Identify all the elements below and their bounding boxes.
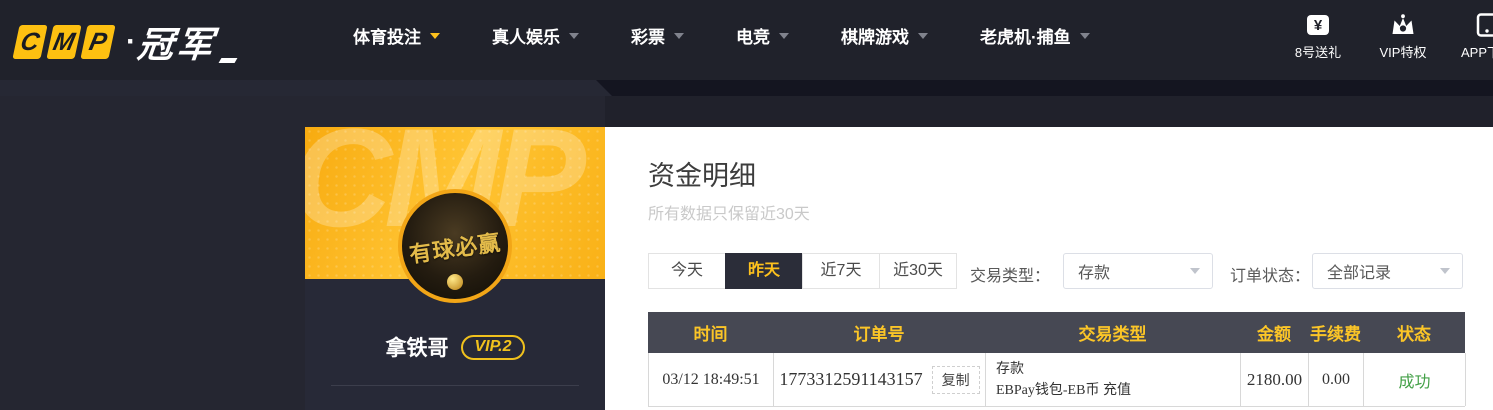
chevron-down-icon bbox=[779, 33, 789, 39]
quick-link-label: VIP特权 bbox=[1379, 45, 1427, 60]
quick-link-vip[interactable]: VIP特权 bbox=[1373, 13, 1433, 61]
column-header-type: 交易类型 bbox=[1078, 325, 1147, 344]
page-title: 资金明细 bbox=[648, 161, 756, 191]
table-header-row: 时间 订单号 交易类型 金额 手续费 状态 bbox=[648, 312, 1465, 353]
chevron-down-icon bbox=[1190, 268, 1200, 274]
logo-letter-box: C bbox=[12, 25, 48, 59]
logo-brand-name: 冠军 bbox=[135, 24, 218, 65]
logo-letter-box: M bbox=[46, 25, 82, 59]
page-subtitle: 所有数据只保留近30天 bbox=[648, 206, 810, 223]
quick-link-label: APP下载 bbox=[1460, 45, 1493, 60]
chevron-down-icon bbox=[674, 33, 684, 39]
nav-item-slots-fishing[interactable]: 老虎机·捕鱼 bbox=[980, 23, 1090, 48]
logo-dash-decoration bbox=[218, 58, 238, 63]
tab-last-7-days[interactable]: 近7天 bbox=[802, 253, 880, 289]
nav-item-label: 电竞 bbox=[736, 27, 770, 47]
cell-transaction-type: 存款 EBPay钱包-EB币 充值 bbox=[986, 353, 1241, 406]
table-row: 03/12 18:49:51 1773312591143157 复制 存款 EB… bbox=[648, 353, 1466, 407]
secondary-band-segment bbox=[0, 80, 612, 96]
quick-link-gift[interactable]: ¥ 8号送礼 bbox=[1288, 13, 1348, 61]
column-header-status: 状态 bbox=[1397, 325, 1431, 344]
avatar-caption: 有球必赢 bbox=[407, 229, 503, 268]
order-status-label: 订单状态： bbox=[1230, 268, 1311, 285]
nav-item-label: 老虎机·捕鱼 bbox=[980, 27, 1071, 47]
quick-link-app-download[interactable]: APP下载 bbox=[1452, 13, 1493, 61]
crown-icon bbox=[1390, 13, 1416, 37]
order-status-select[interactable]: 全部记录 bbox=[1312, 253, 1463, 289]
nav-item-label: 棋牌游戏 bbox=[841, 27, 909, 47]
profile-name-row: 拿铁哥 VIP.2 bbox=[305, 332, 605, 362]
dark-strip-above-content bbox=[605, 96, 1493, 127]
top-navbar: C M P · 冠军 体育投注 真人娱乐 彩票 电竞 棋牌游戏 老虎机·捕鱼 ¥… bbox=[0, 0, 1493, 80]
logo-letter-box: P bbox=[80, 25, 116, 59]
chevron-down-icon bbox=[1079, 33, 1090, 39]
tab-today[interactable]: 今天 bbox=[648, 253, 726, 289]
phone-icon bbox=[1475, 13, 1493, 37]
profile-card: CMP 有球必赢 拿铁哥 VIP.2 bbox=[305, 127, 605, 410]
quick-link-label: 8号送礼 bbox=[1294, 45, 1342, 60]
secondary-band bbox=[0, 80, 1493, 96]
chevron-down-icon bbox=[918, 33, 928, 39]
cell-order-no: 1773312591143157 复制 bbox=[774, 353, 986, 406]
nav-item-label: 彩票 bbox=[631, 27, 665, 47]
nav-item-card-games[interactable]: 棋牌游戏 bbox=[841, 23, 928, 48]
cell-amount: 2180.00 bbox=[1241, 353, 1309, 406]
date-range-tabs: 今天 昨天 近7天 近30天 bbox=[648, 253, 957, 289]
column-header-time: 时间 bbox=[693, 325, 728, 344]
transaction-type-detail: EBPay钱包-EB币 充值 bbox=[996, 382, 1131, 398]
column-header-amount: 金额 bbox=[1257, 325, 1291, 344]
copy-button[interactable]: 复制 bbox=[931, 365, 980, 394]
cell-time: 03/12 18:49:51 bbox=[649, 353, 774, 406]
nav-item-live-casino[interactable]: 真人娱乐 bbox=[492, 23, 579, 48]
main-content: 资金明细 所有数据只保留近30天 今天 昨天 近7天 近30天 交易类型： 存款… bbox=[605, 127, 1493, 410]
transaction-type-main: 存款 bbox=[996, 361, 1024, 377]
column-header-order-no: 订单号 bbox=[853, 325, 905, 344]
gift-voucher-icon: ¥ bbox=[1305, 13, 1331, 37]
order-number: 1773312591143157 bbox=[779, 369, 923, 389]
svg-text:¥: ¥ bbox=[1314, 17, 1323, 34]
brand-logo[interactable]: C M P · 冠军 bbox=[12, 16, 238, 68]
transactions-table: 时间 订单号 交易类型 金额 手续费 状态 03/12 18:49:51 177… bbox=[648, 312, 1466, 407]
vip-level-badge: VIP.2 bbox=[461, 334, 525, 360]
select-value: 存款 bbox=[1078, 265, 1111, 282]
tab-yesterday[interactable]: 昨天 bbox=[725, 253, 803, 289]
select-value: 全部记录 bbox=[1327, 265, 1392, 282]
divider bbox=[331, 385, 579, 386]
avatar: 有球必赢 bbox=[398, 189, 512, 303]
chevron-down-icon bbox=[569, 33, 579, 39]
chevron-down-icon bbox=[430, 33, 440, 39]
cell-fee: 0.00 bbox=[1309, 353, 1364, 406]
nav-item-label: 真人娱乐 bbox=[492, 27, 560, 47]
logo-separator: · bbox=[126, 25, 136, 58]
golden-ball-icon bbox=[447, 274, 463, 290]
main-nav-menu: 体育投注 真人娱乐 彩票 电竞 棋牌游戏 老虎机·捕鱼 bbox=[353, 0, 1090, 70]
transaction-type-label: 交易类型： bbox=[970, 268, 1051, 285]
tab-last-30-days[interactable]: 近30天 bbox=[879, 253, 957, 289]
nav-item-esports[interactable]: 电竞 bbox=[736, 23, 789, 48]
cell-status: 成功 bbox=[1364, 353, 1466, 406]
column-header-fee: 手续费 bbox=[1310, 325, 1361, 344]
chevron-down-icon bbox=[1440, 268, 1450, 274]
page: C M P · 冠军 体育投注 真人娱乐 彩票 电竞 棋牌游戏 老虎机·捕鱼 ¥… bbox=[0, 0, 1493, 410]
transaction-type-select[interactable]: 存款 bbox=[1063, 253, 1213, 289]
username: 拿铁哥 bbox=[385, 337, 449, 360]
nav-item-sports[interactable]: 体育投注 bbox=[353, 23, 440, 48]
nav-item-label: 体育投注 bbox=[353, 27, 421, 47]
nav-item-lottery[interactable]: 彩票 bbox=[631, 23, 684, 48]
